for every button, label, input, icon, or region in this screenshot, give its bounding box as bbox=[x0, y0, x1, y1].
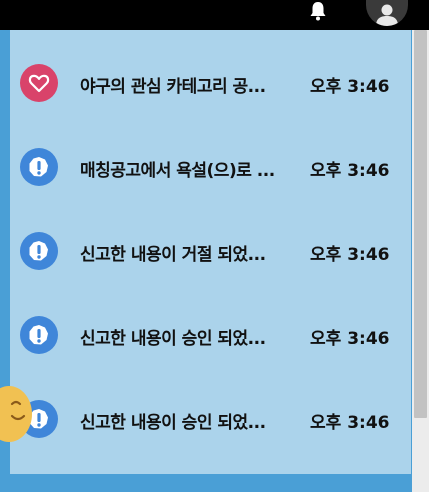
bottom-frame-strip bbox=[0, 474, 412, 492]
notification-text: 매칭공고에서 욕설(으)로 ... bbox=[80, 161, 275, 181]
notification-text: 신고한 내용이 거절 되었... bbox=[80, 245, 266, 265]
notification-item[interactable]: 신고한 내용이 거절 되었... 오후 3:46 bbox=[10, 222, 411, 282]
notification-time: 오후 3:46 bbox=[310, 245, 390, 265]
notification-item[interactable]: 야구의 관심 카테고리 공... 오후 3:46 bbox=[10, 54, 411, 114]
scrollbar-thumb[interactable] bbox=[414, 30, 427, 418]
notification-item[interactable]: 매칭공고에서 욕설(으)로 ... 오후 3:46 bbox=[10, 138, 411, 198]
user-avatar[interactable] bbox=[366, 0, 408, 26]
notification-time: 오후 3:46 bbox=[310, 413, 390, 433]
notification-time: 오후 3:46 bbox=[310, 161, 390, 181]
notification-time: 오후 3:46 bbox=[310, 77, 390, 97]
notification-item[interactable]: 신고한 내용이 승인 되었... 오후 3:46 bbox=[10, 306, 411, 366]
notification-text: 신고한 내용이 승인 되었... bbox=[80, 329, 266, 349]
bell-icon[interactable] bbox=[307, 0, 329, 22]
notification-time: 오후 3:46 bbox=[310, 329, 390, 349]
top-bar bbox=[0, 0, 429, 30]
exclamation-icon bbox=[20, 316, 58, 354]
exclamation-icon bbox=[20, 148, 58, 186]
notification-text: 신고한 내용이 승인 되었... bbox=[80, 413, 266, 433]
heart-icon bbox=[20, 64, 58, 102]
exclamation-icon bbox=[20, 232, 58, 270]
smiley-emoji-icon[interactable] bbox=[0, 386, 32, 442]
notification-item[interactable]: 신고한 내용이 승인 되었... 오후 3:46 bbox=[10, 390, 411, 450]
notification-text: 야구의 관심 카테고리 공... bbox=[80, 77, 266, 97]
